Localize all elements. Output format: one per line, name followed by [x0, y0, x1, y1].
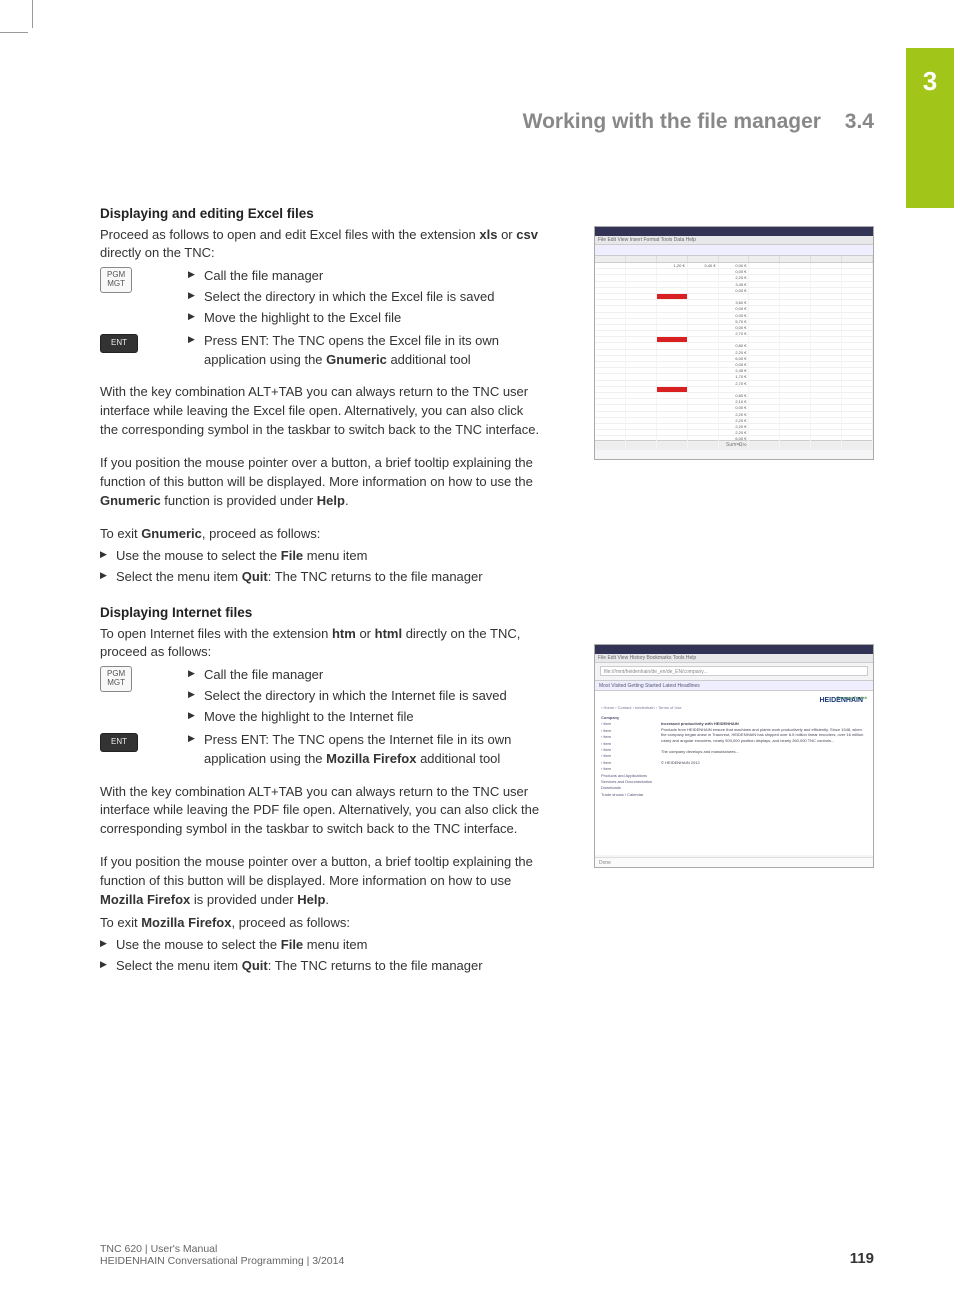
page-header: Working with the file manager 3.4: [100, 110, 874, 134]
excel-exit-steps: Use the mouse to select the File menu it…: [100, 547, 540, 587]
list-item: Use the mouse to select the File menu it…: [100, 547, 540, 566]
figure-gnumeric: File Edit View Insert Format Tools Data …: [594, 226, 874, 460]
internet-p2: If you position the mouse pointer over a…: [100, 853, 540, 910]
web-logo: HEIDENHAIN: [819, 697, 863, 704]
firefox-tabs: Most Visited Getting Started Latest Head…: [595, 681, 873, 691]
firefox-toolbar: file:///mnt/heidenhain/de_en/de_EN/compa…: [595, 663, 873, 681]
footer-line2: HEIDENHAIN Conversational Programming | …: [100, 1255, 344, 1267]
excel-p1: With the key combination ALT+TAB you can…: [100, 383, 540, 440]
footer-line1: TNC 620 | User's Manual: [100, 1243, 344, 1255]
web-main-heading: Increased productivity with HEIDENHAIN: [661, 721, 739, 726]
firefox-addressbar: file:///mnt/heidenhain/de_en/de_EN/compa…: [600, 666, 868, 676]
excel-p2: If you position the mouse pointer over a…: [100, 454, 540, 511]
list-item: Move the highlight to the Excel file: [188, 309, 540, 328]
excel-steps-1: Call the file manager Select the directo…: [188, 267, 540, 328]
web-copyright: © HEIDENHAIN 2012: [661, 760, 700, 765]
header-title: Working with the file manager: [523, 110, 821, 133]
excel-intro: Proceed as follows to open and edit Exce…: [100, 226, 540, 264]
internet-exit-intro: To exit Mozilla Firefox, proceed as foll…: [100, 914, 540, 933]
key-ent[interactable]: ENT: [100, 334, 138, 353]
list-item: Select the menu item Quit: The TNC retur…: [100, 957, 540, 976]
internet-steps-1: Call the file manager Select the directo…: [188, 666, 540, 727]
main-content: Displaying and editing Excel files Proce…: [100, 200, 540, 978]
list-item: Call the file manager: [188, 267, 540, 286]
internet-intro: To open Internet files with the extensio…: [100, 625, 540, 663]
key-pgm-mgt-2[interactable]: PGM MGT: [100, 666, 132, 692]
web-sidebar: Company› item› item› item› item› item› i…: [601, 715, 653, 798]
excel-exit-intro: To exit Gnumeric, proceed as follows:: [100, 525, 540, 544]
key-ent-2[interactable]: ENT: [100, 733, 138, 752]
gnumeric-titlebar: [595, 227, 873, 236]
list-item: Select the directory in which the Excel …: [188, 288, 540, 307]
list-item: Select the menu item Quit: The TNC retur…: [100, 568, 540, 587]
list-item: Move the highlight to the Internet file: [188, 708, 540, 727]
page-number: 119: [850, 1250, 874, 1267]
heading-excel: Displaying and editing Excel files: [100, 204, 540, 224]
header-section: 3.4: [845, 110, 874, 133]
firefox-menubar: File Edit View History Bookmarks Tools H…: [595, 654, 873, 663]
internet-step-ent: Press ENT: The TNC opens the Internet fi…: [188, 731, 540, 769]
list-item: Call the file manager: [188, 666, 540, 685]
list-item: Use the mouse to select the File menu it…: [100, 936, 540, 955]
internet-p1: With the key combination ALT+TAB you can…: [100, 783, 540, 840]
firefox-webpage: Germany English HEIDENHAIN › Home › Cont…: [595, 691, 873, 855]
page-footer: TNC 620 | User's Manual HEIDENHAIN Conve…: [100, 1243, 874, 1267]
web-maintext: Increased productivity with HEIDENHAIN P…: [661, 721, 865, 766]
figure-firefox: File Edit View History Bookmarks Tools H…: [594, 644, 874, 868]
firefox-statusbar: Done: [595, 857, 873, 867]
gnumeric-menubar: File Edit View Insert Format Tools Data …: [595, 236, 873, 245]
gnumeric-sheet: 1,20 €0,40 €0,00 € 0,00 € 2,20 € 3,45 € …: [595, 256, 873, 440]
heading-internet: Displaying Internet files: [100, 603, 540, 623]
list-item: Press ENT: The TNC opens the Excel file …: [188, 332, 540, 370]
web-breadcrumb: › Home › Contact › heidenhain › Terms of…: [601, 705, 682, 710]
list-item: Select the directory in which the Intern…: [188, 687, 540, 706]
list-item: Press ENT: The TNC opens the Internet fi…: [188, 731, 540, 769]
gnumeric-toolbar: [595, 245, 873, 256]
excel-step-ent: Press ENT: The TNC opens the Excel file …: [188, 332, 540, 370]
chapter-tab: 3: [906, 48, 954, 208]
firefox-titlebar: [595, 645, 873, 654]
internet-exit-steps: Use the mouse to select the File menu it…: [100, 936, 540, 976]
key-pgm-mgt[interactable]: PGM MGT: [100, 267, 132, 293]
